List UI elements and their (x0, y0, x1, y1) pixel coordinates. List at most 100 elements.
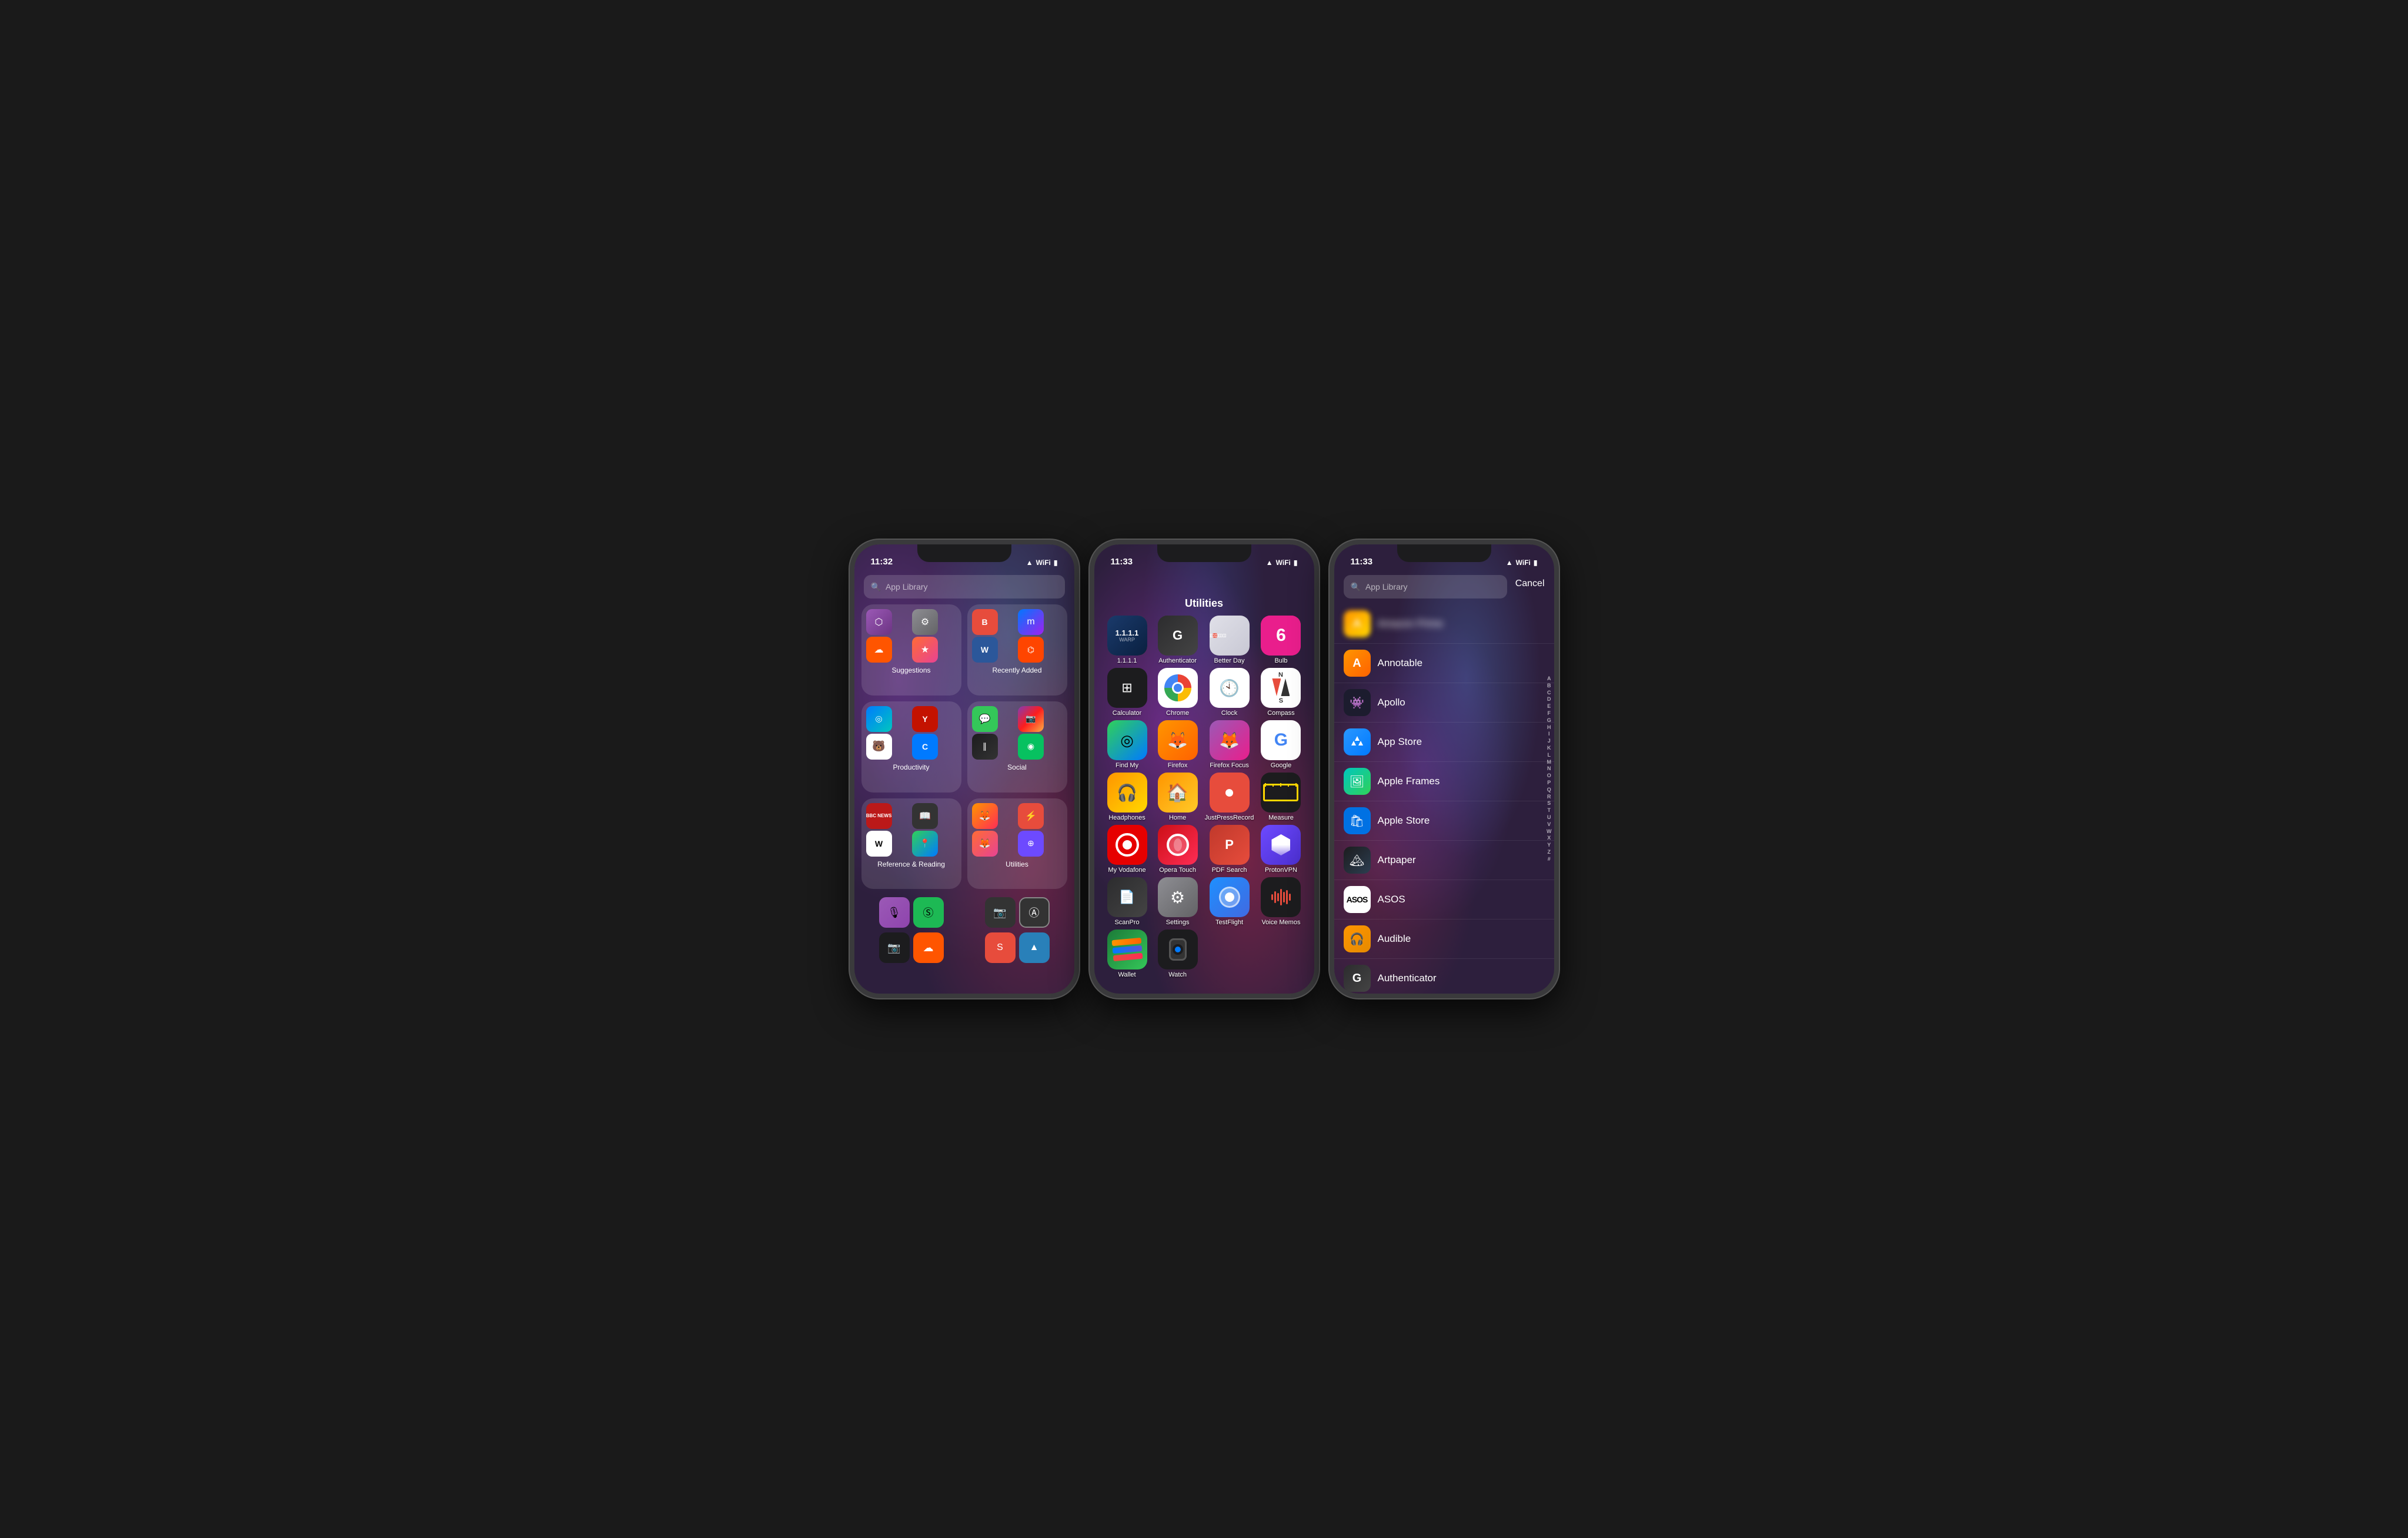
app-reddit[interactable]: ⌬ (1018, 637, 1044, 663)
app-firefox-folder[interactable]: 🦊 (972, 803, 998, 829)
app-maps[interactable]: 📍 (912, 831, 938, 857)
alpha-c[interactable]: C (1547, 690, 1552, 696)
app-item-1111[interactable]: 1.1.1.1 WARP 1.1.1.1 (1104, 616, 1151, 664)
app-messenger[interactable]: m (1018, 609, 1044, 635)
app-icon-protonvpn[interactable] (1261, 825, 1301, 865)
app-item-compass[interactable]: N S Compass (1257, 668, 1304, 717)
app-camera2[interactable]: 📷 (985, 897, 1016, 928)
alpha-n[interactable]: N (1547, 766, 1552, 773)
app-item-wallet[interactable]: Wallet (1104, 930, 1151, 978)
app-item-testflight[interactable]: TestFlight (1205, 877, 1254, 926)
alpha-r[interactable]: R (1547, 794, 1552, 800)
app-icon-myvodafone[interactable] (1107, 825, 1147, 865)
app-yelp[interactable]: Y (912, 706, 938, 732)
alpha-j[interactable]: J (1547, 738, 1552, 744)
app-soulver[interactable]: S (985, 932, 1016, 963)
app-safari[interactable]: ◎ (866, 706, 892, 732)
app-item-calc[interactable]: ⊞ Calculator (1104, 668, 1151, 717)
app-icon-auth[interactable]: G (1158, 616, 1198, 656)
folder-suggestions[interactable]: ⬡ ⚙ ☁ ★ Suggestions (861, 604, 961, 696)
app-bear2[interactable]: 🐻 (866, 734, 892, 760)
app-item-jpr[interactable]: ⏺ JustPressRecord (1205, 773, 1254, 821)
alpha-m[interactable]: M (1547, 759, 1552, 765)
app-icon-voicememos[interactable] (1261, 877, 1301, 917)
app-item-scanpro[interactable]: 📄 ScanPro (1104, 877, 1151, 926)
app-item-firefox[interactable]: 🦊 Firefox (1154, 720, 1201, 769)
app-icon-bulb[interactable]: 6 (1261, 616, 1301, 656)
app-icon-scanpro[interactable]: 📄 (1107, 877, 1147, 917)
app-item-findmy[interactable]: ◎ Find My (1104, 720, 1151, 769)
app-icon-chrome[interactable] (1158, 668, 1198, 708)
result-item-audible[interactable]: 🎧 Audible (1334, 920, 1554, 959)
app-icon-testflight[interactable] (1210, 877, 1250, 917)
app-item-ffocus[interactable]: 🦊 Firefox Focus (1205, 720, 1254, 769)
result-item-appleframes[interactable]: 🖼 Apple Frames (1334, 762, 1554, 801)
app-protonvpn-folder[interactable]: ⊕ (1018, 831, 1044, 857)
app-soundcloud-bottom[interactable]: ☁ (913, 932, 944, 963)
search-bar-3[interactable]: 🔍 App Library (1344, 575, 1507, 599)
alpha-t[interactable]: T (1547, 807, 1552, 814)
alpha-k[interactable]: K (1547, 745, 1552, 751)
alpha-x[interactable]: X (1547, 835, 1552, 842)
alpha-b[interactable]: B (1547, 683, 1552, 689)
app-item-auth[interactable]: G Authenticator (1154, 616, 1201, 664)
alpha-l[interactable]: L (1547, 752, 1552, 758)
app-icon-1111[interactable]: 1.1.1.1 WARP (1107, 616, 1147, 656)
alpha-u[interactable]: U (1547, 814, 1552, 821)
alpha-q[interactable]: Q (1547, 787, 1552, 793)
app-item-myvodafone[interactable]: My Vodafone (1104, 825, 1151, 874)
app-instagram[interactable]: 📷 (1018, 706, 1044, 732)
alpha-g[interactable]: G (1547, 717, 1552, 724)
app-shortcuts[interactable]: ⬡ (866, 609, 892, 635)
app-icon-watch[interactable] (1158, 930, 1198, 969)
app-up[interactable]: ▲ (1019, 932, 1050, 963)
app-bolt[interactable]: ⚡ (1018, 803, 1044, 829)
result-item-asos[interactable]: ASOS ASOS (1334, 880, 1554, 920)
app-bbcnews[interactable]: BBC NEWS (866, 803, 892, 829)
app-messages[interactable]: 💬 (972, 706, 998, 732)
app-item-pdfsearch[interactable]: P PDF Search (1205, 825, 1254, 874)
app-item-bulb[interactable]: 6 Bulb (1257, 616, 1304, 664)
app-wechat[interactable]: ◉ (1018, 734, 1044, 760)
app-item-settings[interactable]: ⚙ Settings (1154, 877, 1201, 926)
app-icon-pdfsearch[interactable]: P (1210, 825, 1250, 865)
alpha-z[interactable]: Z (1547, 849, 1552, 855)
app-item-protonvpn[interactable]: ProtonVPN (1257, 825, 1304, 874)
folder-productivity[interactable]: ◎ Y 🐻 C Productivity (861, 701, 961, 793)
result-item-0[interactable]: A Amazon Prime (1334, 604, 1554, 644)
alpha-s[interactable]: S (1547, 801, 1552, 807)
alpha-e[interactable]: E (1547, 703, 1552, 710)
app-item-betterday[interactable]: ◫◫◫◫◫◫ Better Day (1205, 616, 1254, 664)
app-icon-settings[interactable]: ⚙ (1158, 877, 1198, 917)
alphabet-sidebar[interactable]: A B C D E F G H I J K L M N O P Q R S T … (1547, 676, 1552, 862)
result-item-artpaper[interactable]: 🏔 Artpaper (1334, 841, 1554, 880)
alpha-a[interactable]: A (1547, 676, 1552, 682)
app-settings[interactable]: ⚙ (912, 609, 938, 635)
app-bear[interactable]: B (972, 609, 998, 635)
app-icon-ffocus[interactable]: 🦊 (1210, 720, 1250, 760)
app-item-headphones[interactable]: 🎧 Headphones (1104, 773, 1151, 821)
app-item-google[interactable]: G Google (1257, 720, 1304, 769)
app-apollo-circle[interactable]: Ⓐ (1019, 897, 1050, 928)
folder-utilities[interactable]: 🦊 ⚡ 🦊 ⊕ Utilities (967, 798, 1067, 890)
app-icon-wallet[interactable] (1107, 930, 1147, 969)
folder-reference[interactable]: BBC NEWS 📖 W 📍 Reference & Reading (861, 798, 961, 890)
app-item-chrome[interactable]: Chrome (1154, 668, 1201, 717)
app-reading[interactable]: 📖 (912, 803, 938, 829)
app-firefox3[interactable]: 🦊 (972, 831, 998, 857)
app-icon-headphones[interactable]: 🎧 (1107, 773, 1147, 813)
app-item-home[interactable]: 🏠 Home (1154, 773, 1201, 821)
search-bar-1[interactable]: 🔍 App Library (864, 575, 1065, 599)
app-word[interactable]: W (972, 637, 998, 663)
app-item-clock[interactable]: 🕙 Clock (1205, 668, 1254, 717)
alpha-hash[interactable]: # (1547, 856, 1552, 862)
folder-social[interactable]: 💬 📷 ∥ ◉ Social (967, 701, 1067, 793)
alpha-f[interactable]: F (1547, 710, 1552, 717)
app-wikipedia[interactable]: W (866, 831, 892, 857)
app-item-measure[interactable]: Measure (1257, 773, 1304, 821)
app-icon-firefox[interactable]: 🦊 (1158, 720, 1198, 760)
alpha-o[interactable]: O (1547, 773, 1552, 779)
result-item-appstore[interactable]: App Store (1334, 723, 1554, 762)
app-spotify[interactable]: Ⓢ (913, 897, 944, 928)
app-podcasts[interactable]: 🎙 (879, 897, 910, 928)
